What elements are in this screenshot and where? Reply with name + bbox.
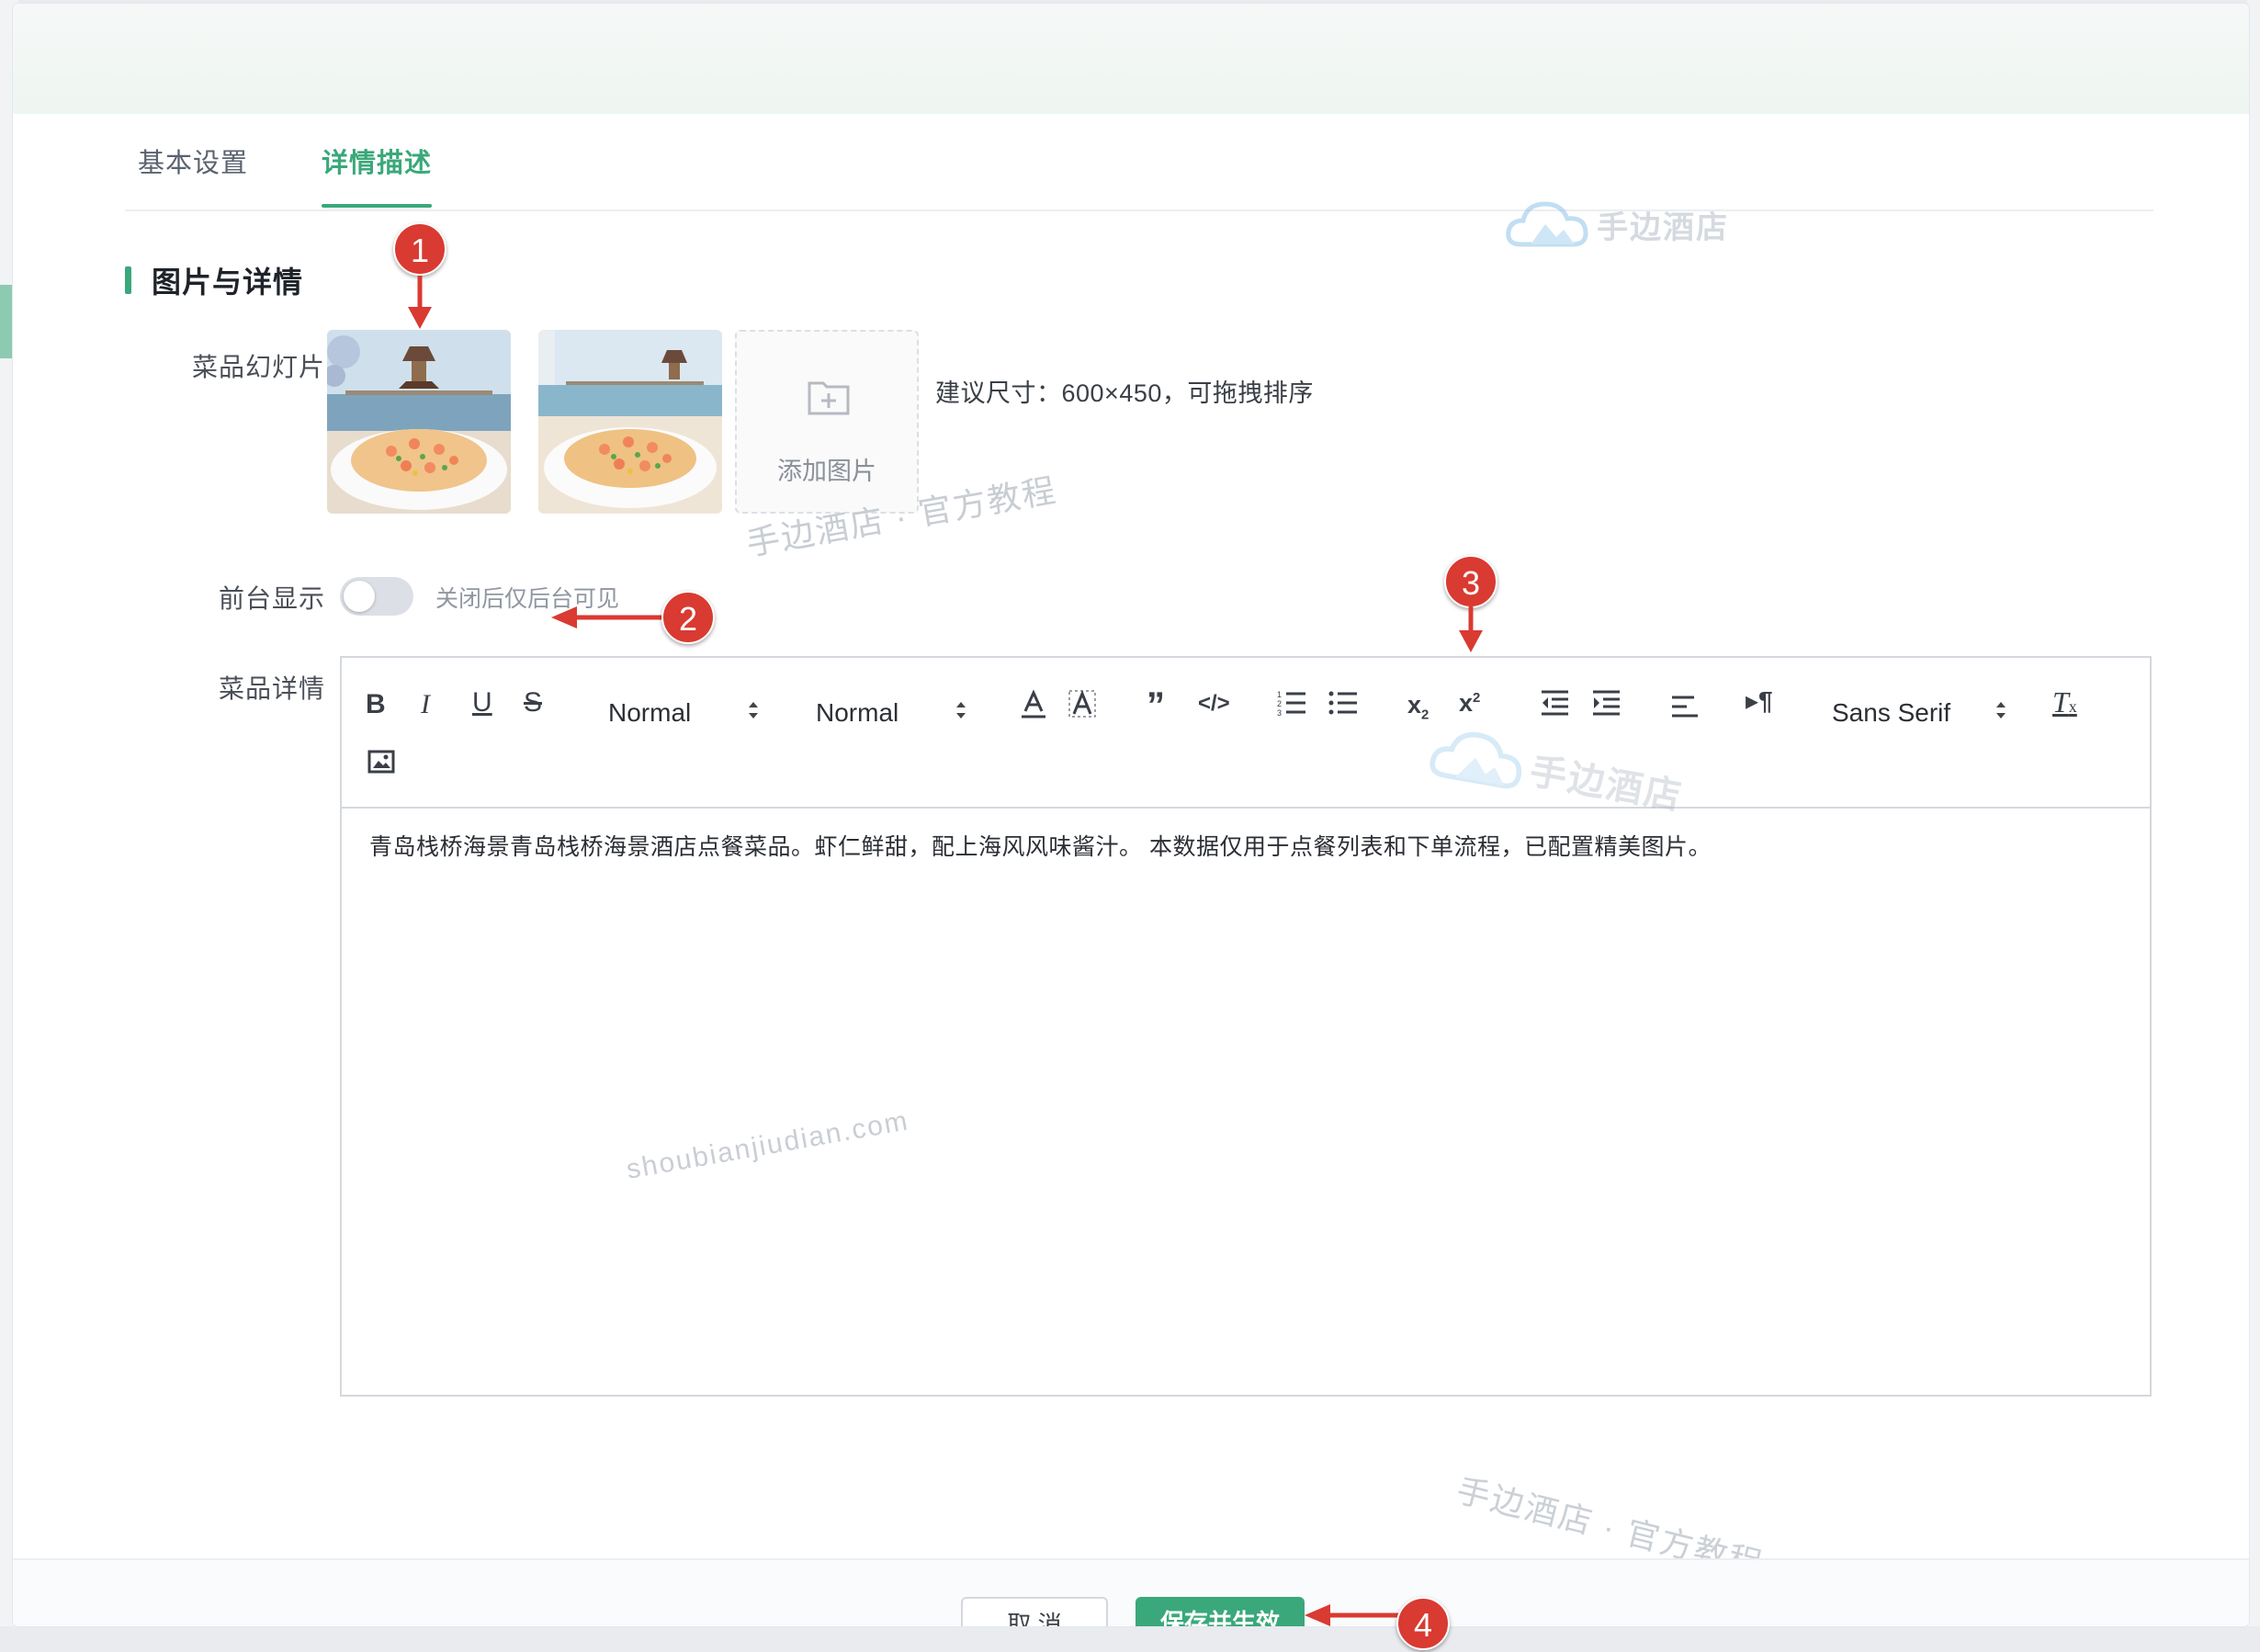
tab-basic-settings[interactable]: 基本设置 (138, 141, 248, 180)
dish-detail-label: 菜品详情 (218, 674, 325, 703)
cloud-logo-icon (1506, 201, 1588, 247)
italic-icon[interactable]: I (421, 689, 430, 720)
strikethrough-icon[interactable]: S (524, 687, 542, 719)
subscript-icon[interactable]: x2 (1407, 691, 1429, 722)
ordered-list-icon[interactable]: 123 (1277, 689, 1306, 717)
picker-arrows-icon (749, 702, 758, 719)
picker-arrows-icon (1996, 702, 2006, 719)
outdent-icon[interactable] (1540, 689, 1569, 717)
editor-toolbar: B I U S Normal Normal ” </> 123 x2 x2 ▸¶… (342, 658, 2150, 809)
rich-text-editor: B I U S Normal Normal ” </> 123 x2 x2 ▸¶… (340, 656, 2152, 1397)
size-picker-value: Normal (816, 698, 899, 727)
frontend-display-hint: 关闭后仅后台可见 (435, 586, 620, 612)
svg-text:3: 3 (1277, 708, 1282, 717)
section-accent-bar (125, 266, 131, 294)
code-block-icon[interactable]: </> (1198, 691, 1230, 717)
brand-watermark: 手边酒店 (1503, 195, 1729, 254)
save-and-apply-button[interactable]: 保存并生效 (1136, 1597, 1305, 1626)
tab-detail-description[interactable]: 详情描述 (322, 141, 432, 180)
brand-name: 手边酒店 (1597, 209, 1729, 245)
section-header: 图片与详情 (125, 259, 303, 301)
slides-label: 菜品幻灯片 (191, 353, 325, 381)
underline-icon[interactable]: U (472, 687, 492, 719)
bold-icon[interactable]: B (366, 689, 386, 720)
svg-text:2: 2 (1277, 699, 1282, 708)
dialog-header (13, 4, 2249, 114)
cancel-button[interactable]: 取 消 (961, 1597, 1108, 1626)
toggle-knob (344, 581, 375, 612)
image-insert-icon[interactable] (367, 750, 395, 774)
frontend-display-toggle[interactable] (340, 577, 413, 616)
add-image-label: 添加图片 (777, 458, 876, 485)
dish-photo-1 (327, 330, 511, 514)
tab-active-indicator (322, 204, 432, 208)
frontend-display-label: 前台显示 (218, 584, 325, 613)
align-icon[interactable] (1670, 693, 1700, 720)
header-picker-value: Normal (608, 698, 692, 727)
svg-text:1: 1 (1277, 690, 1282, 699)
backdrop-page-right (2247, 0, 2260, 1626)
edit-dish-dialog: 基本设置 详情描述 手边酒店 图片与详情 菜品幻灯片 添加图片 建议尺寸：600… (13, 4, 2249, 1626)
text-color-icon[interactable] (1020, 689, 1047, 720)
background-color-icon[interactable] (1068, 689, 1097, 720)
header-picker[interactable]: Normal (608, 698, 758, 728)
picker-arrows-icon (956, 702, 966, 719)
size-picker[interactable]: Normal (816, 698, 966, 728)
text-direction-icon[interactable]: ▸¶ (1746, 685, 1773, 716)
backdrop-active-stripe (0, 285, 13, 358)
folder-plus-icon (808, 381, 850, 415)
dish-photo-2 (538, 330, 722, 514)
blockquote-icon[interactable]: ” (1147, 685, 1165, 727)
font-picker[interactable]: Sans Serif (1832, 698, 2006, 728)
indent-icon[interactable] (1591, 689, 1621, 717)
slide-image-2[interactable] (538, 330, 722, 514)
font-picker-value: Sans Serif (1832, 698, 1951, 727)
superscript-icon[interactable]: x2 (1459, 689, 1480, 718)
slide-image-1[interactable] (327, 330, 511, 514)
add-image-button[interactable]: 添加图片 (735, 330, 919, 514)
image-size-hint: 建议尺寸：600×450，可拖拽排序 (935, 379, 1314, 407)
bullet-list-icon[interactable] (1328, 689, 1358, 717)
clear-format-icon[interactable]: Tx (2052, 685, 2077, 719)
editor-content[interactable]: 青岛栈桥海景青岛栈桥海景酒店点餐菜品。虾仁鲜甜，配上海风风味酱汁。 本数据仅用于… (369, 829, 2115, 862)
section-title: 图片与详情 (152, 266, 304, 299)
tab-bar: 基本设置 详情描述 (125, 114, 2153, 211)
dialog-footer: 取 消 保存并生效 (13, 1558, 2249, 1626)
